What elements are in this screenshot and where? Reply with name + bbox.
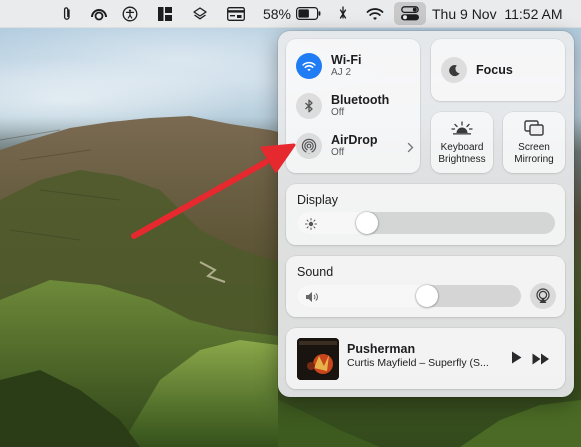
headphones-icon[interactable] xyxy=(87,0,111,27)
connectivity-module: Wi-Fi AJ 2 Bluetooth Off AirDrop Off xyxy=(286,39,420,173)
wifi-icon[interactable] xyxy=(364,0,386,27)
screen-mirroring-tile[interactable]: Screen Mirroring xyxy=(503,112,565,173)
bluetooth-label: Bluetooth xyxy=(331,93,390,107)
track-title: Pusherman xyxy=(347,342,416,356)
sound-module: Sound xyxy=(286,256,565,317)
wifi-network-name: AJ 2 xyxy=(331,67,352,78)
focus-label: Focus xyxy=(476,63,513,77)
moon-icon xyxy=(441,57,467,83)
display-brightness-slider[interactable] xyxy=(297,212,555,234)
screen-mirroring-label-1: Screen xyxy=(518,142,550,153)
layout-icon[interactable] xyxy=(156,0,174,27)
sun-icon xyxy=(305,217,317,235)
airplay-audio-icon[interactable] xyxy=(530,283,556,309)
menu-bar-clock[interactable]: Thu 9 Nov 11:52 AM xyxy=(432,0,572,27)
screen-mirroring-icon xyxy=(524,120,544,141)
keyboard-brightness-tile[interactable]: Keyboard Brightness xyxy=(431,112,493,173)
wifi-toggle[interactable]: Wi-Fi AJ 2 xyxy=(296,53,361,79)
bluetooth-toggle[interactable]: Bluetooth Off xyxy=(296,93,389,119)
bluetooth-status: Off xyxy=(331,107,345,118)
display-slider-knob[interactable] xyxy=(356,212,378,234)
airdrop-label: AirDrop xyxy=(331,133,378,147)
volume-slider-knob[interactable] xyxy=(416,285,438,307)
bluetooth-icon[interactable] xyxy=(296,93,322,119)
album-artwork[interactable] xyxy=(297,338,339,380)
play-icon[interactable] xyxy=(511,351,522,369)
screen-mirroring-label-2: Mirroring xyxy=(514,154,554,165)
control-center-panel: Wi-Fi AJ 2 Bluetooth Off AirDrop Off Foc… xyxy=(278,31,574,397)
speaker-icon xyxy=(305,290,319,308)
sound-title: Sound xyxy=(297,265,334,279)
airdrop-icon[interactable] xyxy=(296,133,322,159)
battery-percent: 58% xyxy=(262,5,292,22)
display-module: Display xyxy=(286,184,565,245)
mute-icon[interactable] xyxy=(334,0,352,27)
keyboard-brightness-label-2: Brightness xyxy=(438,154,486,165)
card-icon[interactable] xyxy=(225,0,247,27)
paperclip-icon[interactable] xyxy=(58,0,76,27)
battery-icon[interactable] xyxy=(294,0,322,27)
chevron-right-icon[interactable] xyxy=(407,140,414,158)
control-center-icon[interactable] xyxy=(394,2,426,25)
display-title: Display xyxy=(297,193,338,207)
wifi-label: Wi-Fi xyxy=(331,53,362,67)
keyboard-brightness-icon xyxy=(451,121,473,140)
layers-icon[interactable] xyxy=(190,0,210,27)
airdrop-toggle[interactable]: AirDrop Off xyxy=(296,133,414,159)
wifi-toggle-icon[interactable] xyxy=(296,53,322,79)
now-playing-module: Pusherman Curtis Mayfield – Superfly (S.… xyxy=(286,328,565,389)
keyboard-brightness-label-1: Keyboard xyxy=(440,142,484,153)
fast-forward-icon[interactable] xyxy=(532,352,550,370)
accessibility-icon[interactable] xyxy=(120,0,140,27)
menu-bar: 58% Thu 9 Nov 11:52 AM xyxy=(0,0,581,28)
track-artist-album: Curtis Mayfield – Superfly (S... xyxy=(347,357,489,369)
airdrop-status: Off xyxy=(331,147,345,158)
focus-module[interactable]: Focus xyxy=(431,39,565,101)
volume-slider[interactable] xyxy=(297,285,521,307)
